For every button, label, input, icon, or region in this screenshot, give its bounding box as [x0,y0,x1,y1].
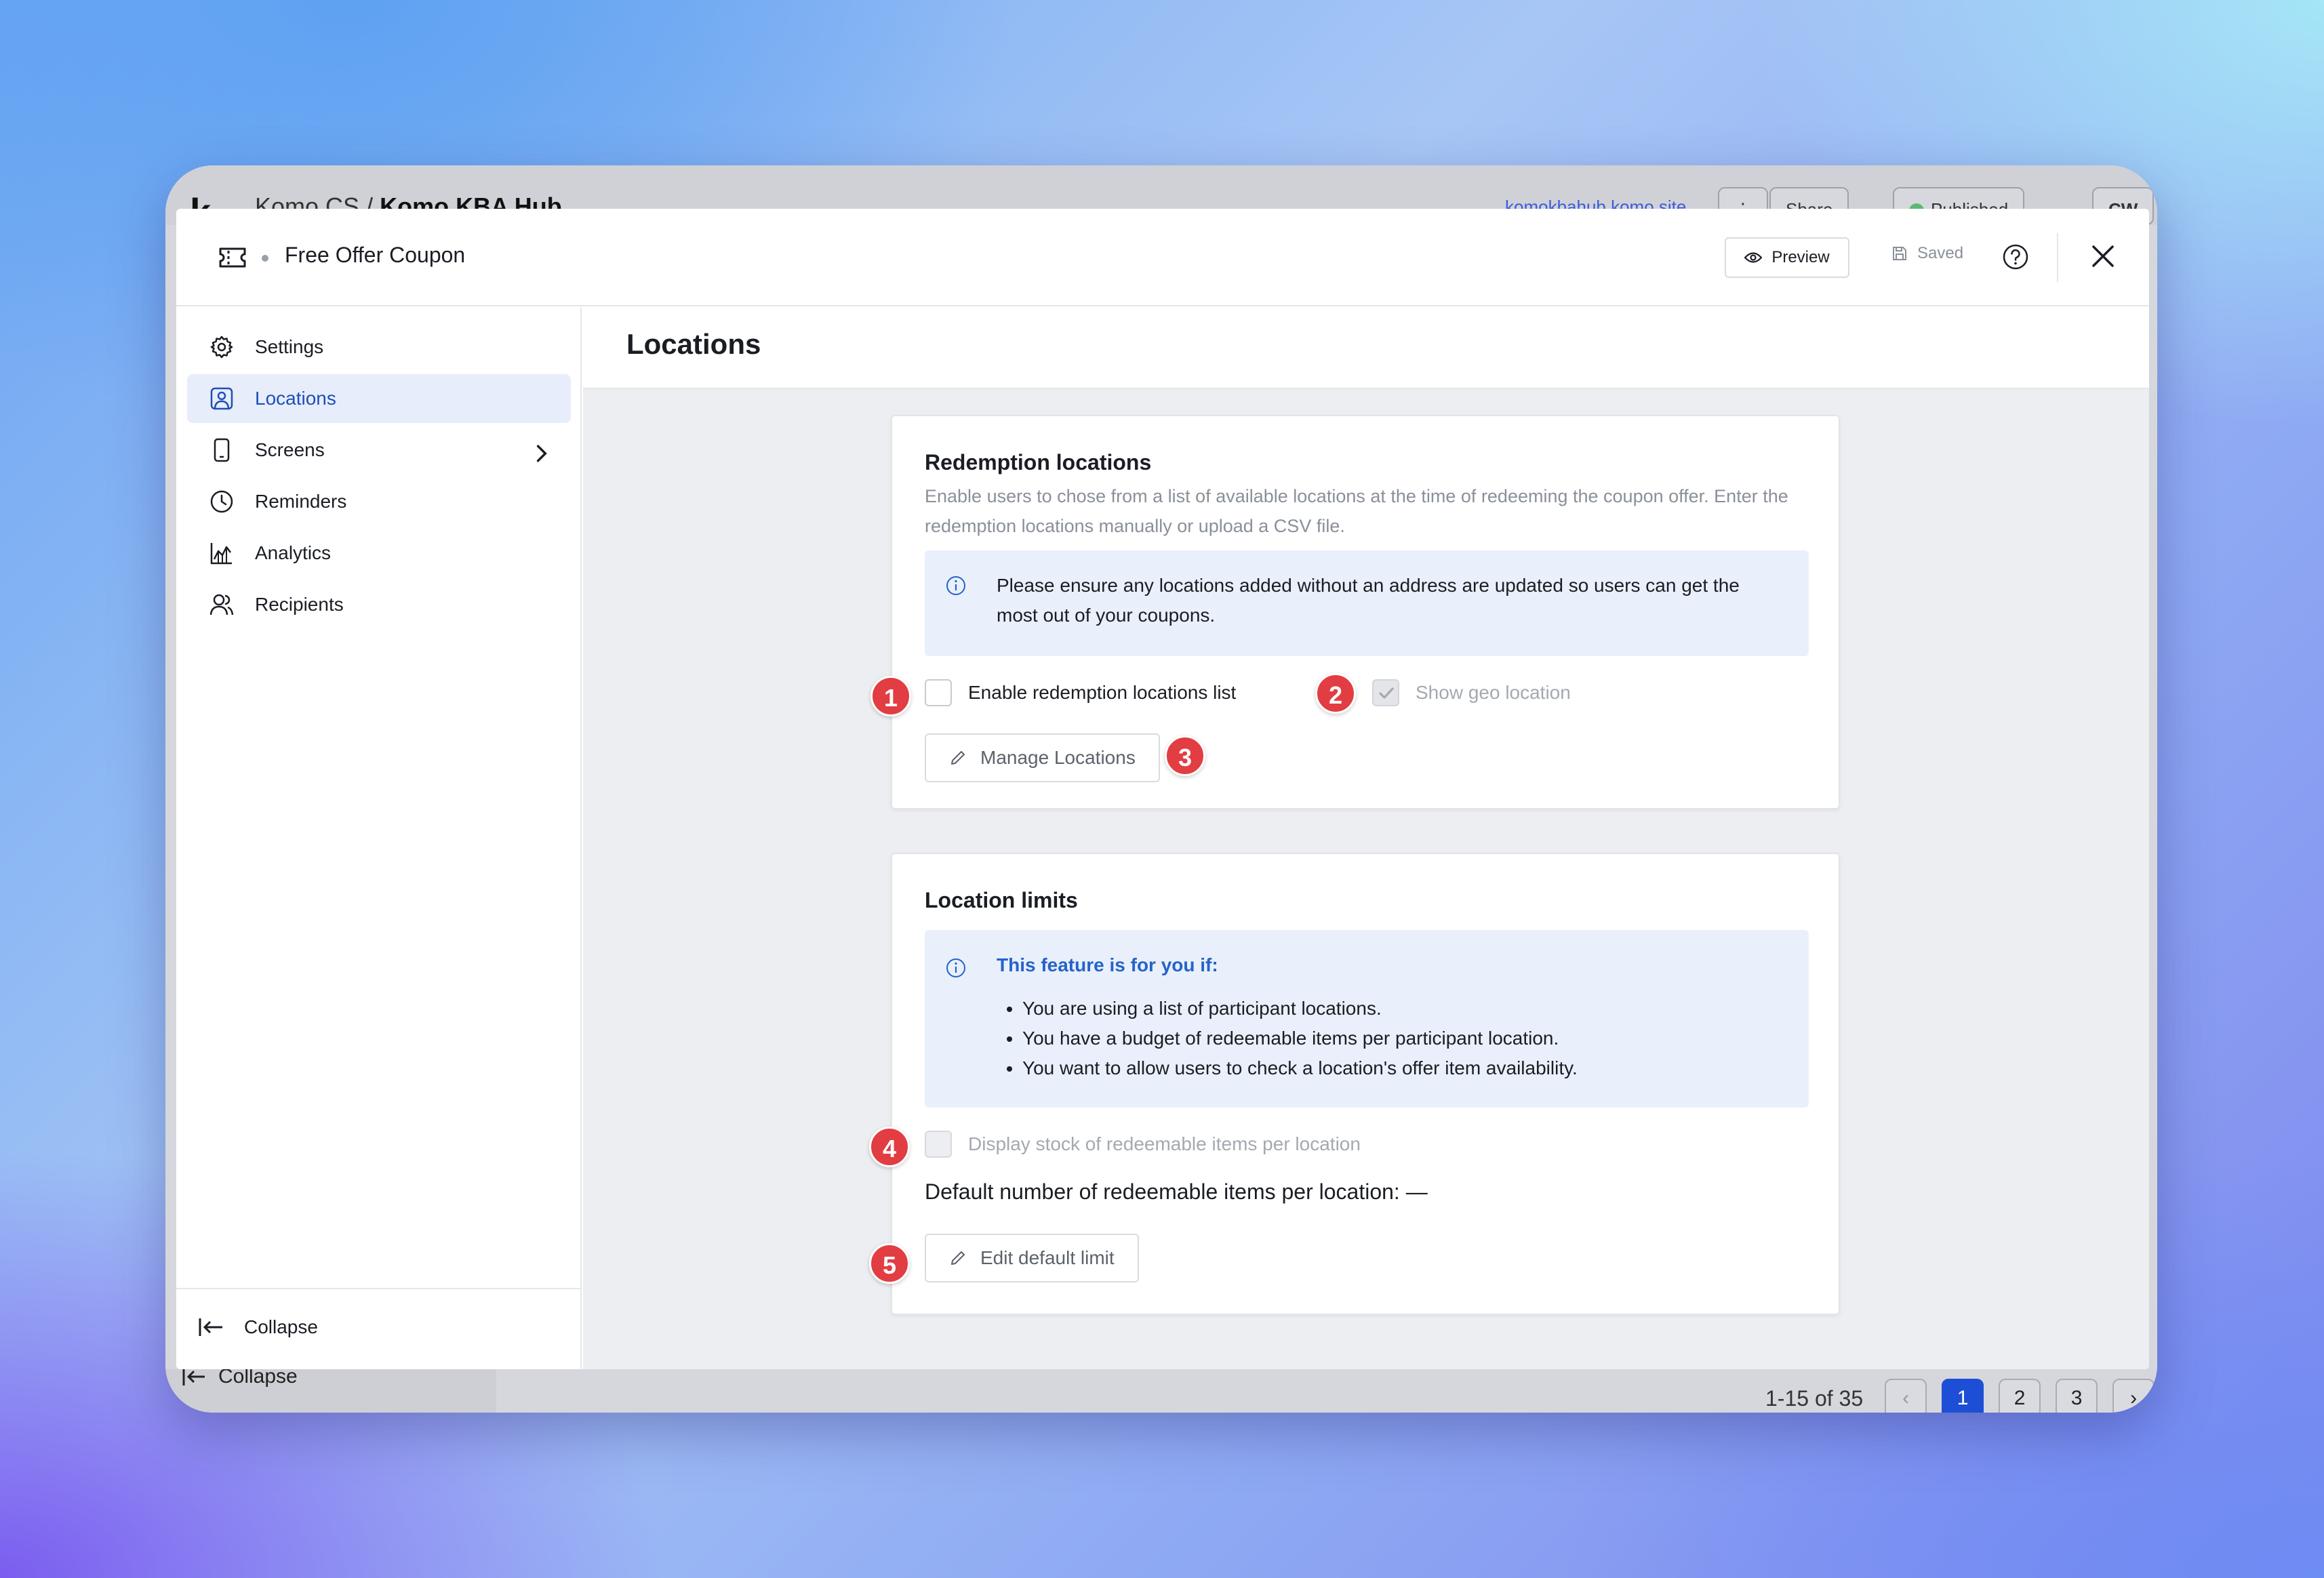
limits-alert-list: You are using a list of participant loca… [1022,994,1578,1083]
sidebar-footer: Collapse [176,1288,580,1369]
users-icon [209,594,234,615]
enable-locations-label: Enable redemption locations list [968,682,1237,703]
collapse-label: Collapse [244,1316,318,1337]
redemption-heading: Redemption locations [925,450,1152,474]
sidebar-item-label: Analytics [255,542,332,563]
list-item: You want to allow users to check a locat… [1022,1053,1578,1083]
sidebar-item-reminders[interactable]: Reminders [187,477,571,526]
eye-icon [1744,252,1763,263]
header-divider [2057,233,2058,282]
manage-locations-label: Manage Locations [980,747,1136,768]
help-icon[interactable] [2001,243,2030,271]
title-separator [262,255,268,262]
sidebar-item-recipients[interactable]: Recipients [187,580,571,629]
pencil-icon [951,1251,965,1265]
pencil-icon [951,751,965,765]
edit-default-limit-button[interactable]: Edit default limit [925,1234,1139,1282]
modal-title: Free Offer Coupon [285,243,466,267]
pagination-summary: 1-15 of 35 [1765,1385,1864,1411]
annotation-badge-3: 3 [1165,735,1205,776]
limits-alert: This feature is for you if: You are usin… [925,930,1809,1108]
sidebar-item-settings[interactable]: Settings [187,323,571,371]
sidebar-item-label: Locations [255,388,336,409]
sidebar-item-analytics[interactable]: Analytics [187,529,571,578]
save-icon [1893,247,1906,260]
annotation-badge-1: 1 [870,676,911,716]
collapse-arrow-icon [199,1318,222,1336]
info-icon [946,576,965,595]
ticket-icon [219,247,246,268]
main-header: Locations [583,308,2149,389]
display-stock-label: Display stock of redeemable items per lo… [968,1133,1361,1154]
list-item: You have a budget of redeemable items pe… [1022,1024,1578,1053]
collapse-arrow-icon [182,1368,205,1385]
close-icon[interactable] [2089,243,2117,270]
chart-icon [210,543,232,565]
main-content: Locations Redemption locations Enable us… [583,308,2149,1369]
checkmark-icon [1379,687,1394,699]
limits-heading: Location limits [925,888,1078,912]
list-item: You are using a list of participant loca… [1022,994,1578,1024]
sidebar-item-label: Reminders [255,491,347,512]
edit-default-limit-label: Edit default limit [980,1247,1115,1268]
sidebar-item-locations[interactable]: Locations [187,374,571,423]
app-window: k Komo CS / Komo KBA Hub komokbahub.komo… [165,165,2157,1413]
annotation-badge-2: 2 [1315,673,1356,714]
clock-icon [210,490,233,513]
page-button[interactable]: 3 [2056,1379,2098,1413]
preview-button[interactable]: Preview [1725,237,1849,278]
chevron-right-icon [536,445,547,462]
redemption-alert-text: Please ensure any locations added withou… [997,575,1740,626]
collapse-button[interactable]: Collapse [198,1316,318,1338]
location-limits-card: Location limits This feature is for you … [891,853,1840,1315]
saved-label: Saved [1917,244,1964,262]
pagination: 1-15 of 35 ‹ 1 2 3 › [1765,1379,2155,1413]
annotation-badge-5: 5 [869,1243,910,1284]
redemption-description: Enable users to chose from a list of ava… [925,486,1788,536]
modal-sidebar: Settings Locations Screens Reminders Ana… [176,308,582,1369]
sidebar-item-label: Screens [255,439,325,460]
sidebar-item-screens[interactable]: Screens [187,426,571,474]
prev-page-button[interactable]: ‹ [1885,1379,1927,1413]
manage-locations-button[interactable]: Manage Locations [925,733,1160,782]
page-button[interactable]: 1 [1942,1379,1984,1413]
geo-location-label: Show geo location [1416,682,1571,703]
enable-locations-checkbox[interactable] [925,679,952,706]
saved-status: Saved [1891,244,1963,263]
sidebar-item-label: Recipients [255,594,344,615]
gear-icon [210,336,233,359]
modal-header: Free Offer Coupon Preview Saved [176,209,2149,306]
preview-label: Preview [1771,248,1830,266]
sidebar-item-label: Settings [255,336,324,357]
phone-icon [214,438,230,462]
display-stock-checkbox[interactable] [925,1131,952,1158]
default-limit-text: Default number of redeemable items per l… [925,1179,1428,1204]
page-title: Locations [626,328,761,360]
location-pin-icon [210,387,233,410]
page-button[interactable]: 2 [1999,1379,2041,1413]
annotation-badge-4: 4 [869,1127,910,1167]
limits-alert-title: This feature is for you if: [997,954,1218,975]
geo-location-checkbox[interactable] [1372,679,1399,706]
redemption-alert: Please ensure any locations added withou… [925,550,1809,656]
coupon-modal: Free Offer Coupon Preview Saved Settings… [176,209,2149,1369]
info-icon [946,958,965,977]
next-page-button[interactable]: › [2112,1379,2155,1413]
redemption-locations-card: Redemption locations Enable users to cho… [891,415,1840,809]
